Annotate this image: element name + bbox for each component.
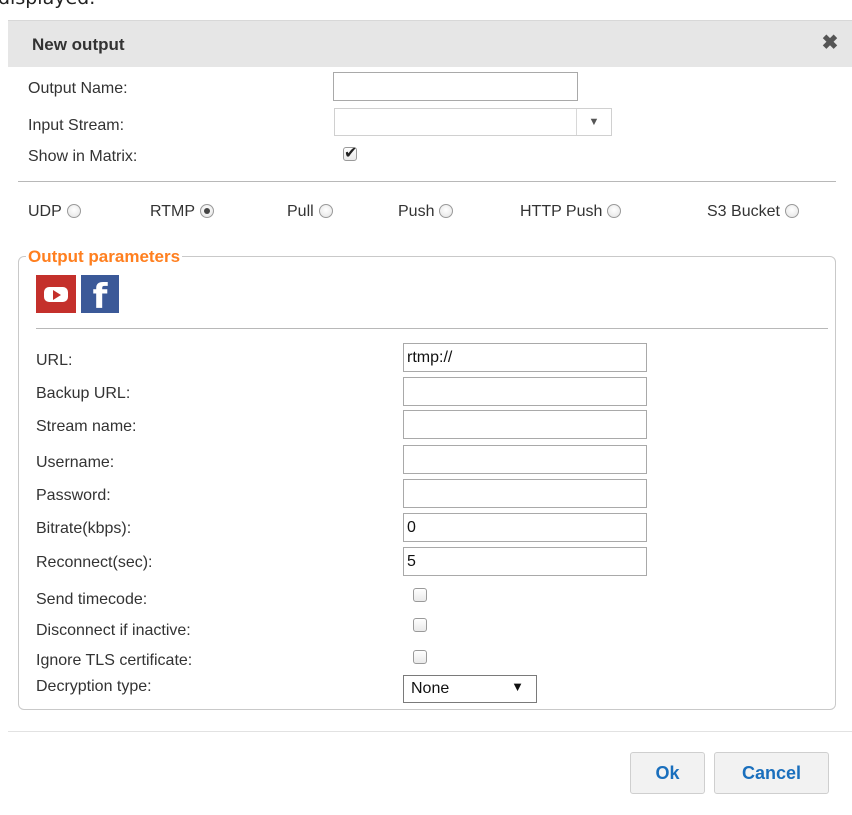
backup-url-input[interactable]	[403, 377, 647, 406]
protocol-option-s3-bucket[interactable]: S3 Bucket	[707, 203, 799, 221]
reconnect-label: Reconnect(sec):	[36, 554, 153, 571]
dropdown-arrow-icon: ▼	[511, 679, 524, 694]
protocol-label: Push	[398, 203, 435, 220]
ignore-tls-label: Ignore TLS certificate:	[36, 652, 193, 669]
bitrate-label: Bitrate(kbps):	[36, 520, 132, 537]
disconnect-if-inactive-checkbox[interactable]	[413, 618, 427, 632]
output-parameters-legend: Output parameters	[26, 247, 183, 267]
radio-button[interactable]	[439, 204, 454, 218]
dialog-title: New output	[32, 35, 125, 54]
reconnect-input[interactable]	[403, 547, 647, 576]
footer-divider	[8, 731, 852, 732]
show-in-matrix-label: Show in Matrix:	[28, 148, 138, 165]
send-timecode-checkbox[interactable]	[413, 588, 427, 602]
cancel-button[interactable]: Cancel	[714, 752, 829, 794]
radio-button[interactable]	[607, 204, 622, 218]
protocol-option-pull[interactable]: Pull	[287, 203, 333, 221]
protocol-label: UDP	[28, 203, 62, 220]
close-icon[interactable]: ✖	[818, 31, 842, 55]
dialog-titlebar: New output ✖	[8, 20, 852, 67]
decryption-type-value: None	[411, 680, 450, 697]
youtube-icon[interactable]	[36, 275, 76, 313]
username-input[interactable]	[403, 445, 647, 474]
send-timecode-label: Send timecode:	[36, 591, 148, 608]
protocol-option-push[interactable]: Push	[398, 203, 454, 221]
radio-button[interactable]	[66, 204, 81, 218]
stream-name-label: Stream name:	[36, 418, 137, 435]
input-stream-label: Input Stream:	[28, 117, 125, 134]
username-label: Username:	[36, 454, 115, 471]
protocol-label: Pull	[287, 203, 314, 220]
show-in-matrix-checkbox[interactable]: ✔	[343, 145, 357, 162]
bitrate-input[interactable]	[403, 513, 647, 542]
protocol-label: RTMP	[150, 203, 196, 220]
decryption-type-label: Decryption type:	[36, 678, 152, 695]
protocol-label: HTTP Push	[520, 203, 603, 220]
divider	[36, 328, 828, 329]
facebook-icon[interactable]: f	[81, 275, 119, 313]
radio-button[interactable]	[318, 204, 333, 218]
backup-url-label: Backup URL:	[36, 385, 131, 402]
protocol-option-rtmp[interactable]: RTMP	[150, 203, 215, 221]
url-input[interactable]	[403, 343, 647, 372]
disconnect-if-inactive-label: Disconnect if inactive:	[36, 622, 191, 639]
input-stream-select[interactable]: ▼	[334, 108, 612, 136]
url-label: URL:	[36, 352, 73, 369]
password-label: Password:	[36, 487, 111, 504]
ok-button[interactable]: Ok	[630, 752, 705, 794]
stream-name-input[interactable]	[403, 410, 647, 439]
radio-button[interactable]	[784, 204, 799, 218]
protocol-option-udp[interactable]: UDP	[28, 203, 81, 221]
clipped-background-text: displayed.	[0, 0, 95, 9]
protocol-option-http-push[interactable]: HTTP Push	[520, 203, 622, 221]
password-input[interactable]	[403, 479, 647, 508]
checkmark-icon: ✔	[344, 145, 358, 162]
ignore-tls-checkbox[interactable]	[413, 650, 427, 664]
divider	[18, 181, 836, 182]
play-icon	[44, 287, 68, 302]
output-name-input[interactable]	[333, 72, 578, 101]
decryption-type-select[interactable]: None ▼	[403, 675, 537, 703]
chevron-down-icon[interactable]: ▼	[576, 109, 611, 135]
output-name-label: Output Name:	[28, 80, 128, 97]
radio-button[interactable]	[200, 204, 215, 218]
protocol-label: S3 Bucket	[707, 203, 780, 220]
